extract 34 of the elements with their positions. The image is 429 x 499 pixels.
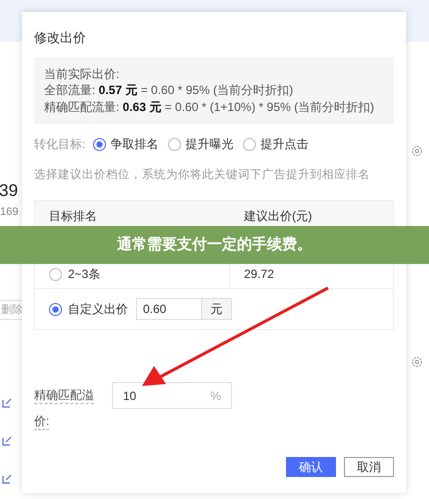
table-cell-text: 29.72	[243, 266, 274, 284]
radio-button[interactable]	[93, 138, 106, 150]
confirm-button[interactable]: 确认	[286, 457, 336, 477]
radio-button[interactable]	[49, 268, 62, 281]
edit-icon[interactable]	[2, 474, 12, 484]
hint-text: 选择建议出价档位，系统为你将此关键词下广告提升到相应排名	[34, 167, 371, 183]
unit-text: %	[210, 388, 221, 405]
radio-label[interactable]: 提升点击	[260, 135, 308, 153]
value-text: 39	[0, 180, 18, 202]
radio-button[interactable]	[49, 302, 62, 316]
custom-bid-label: 自定义出价	[68, 301, 128, 318]
bid-input[interactable]: 0.60 元	[136, 298, 232, 320]
gear-icon[interactable]	[411, 356, 423, 368]
column-header: 目标排名	[48, 208, 98, 226]
table-cell-text: 2~3条	[68, 266, 100, 284]
value-subtext: 169	[0, 204, 18, 220]
info-line: 精确匹配流量: 0.63 元 = 0.60 * (1+10%) * 95% (当前分时折扣)	[44, 98, 376, 115]
dialog-title: 修改出价	[34, 29, 87, 47]
edit-icon[interactable]	[2, 398, 12, 408]
edit-icon[interactable]	[2, 436, 12, 446]
info-heading: 当前实际出价:	[44, 66, 120, 82]
unit-text: 元	[201, 299, 231, 320]
gear-icon[interactable]	[411, 145, 423, 157]
radio-button[interactable]	[243, 138, 256, 150]
radio-button[interactable]	[168, 138, 182, 150]
premium-input[interactable]: 10 %	[112, 382, 232, 410]
info-line: 全部流量: 0.57 元 = 0.60 * 95% (当前分时折扣)	[44, 82, 294, 98]
radio-label[interactable]: 争取排名	[110, 135, 158, 153]
banner-text: 通常需要支付一定的手续费。	[117, 234, 312, 255]
cancel-button[interactable]: 取消	[344, 457, 394, 477]
column-header: 建议出价(元)	[243, 208, 312, 226]
radio-label[interactable]: 提升曝光	[185, 135, 234, 153]
premium-label: 精确匹配溢价:	[34, 387, 95, 430]
goal-label: 转化目标:	[34, 136, 86, 153]
